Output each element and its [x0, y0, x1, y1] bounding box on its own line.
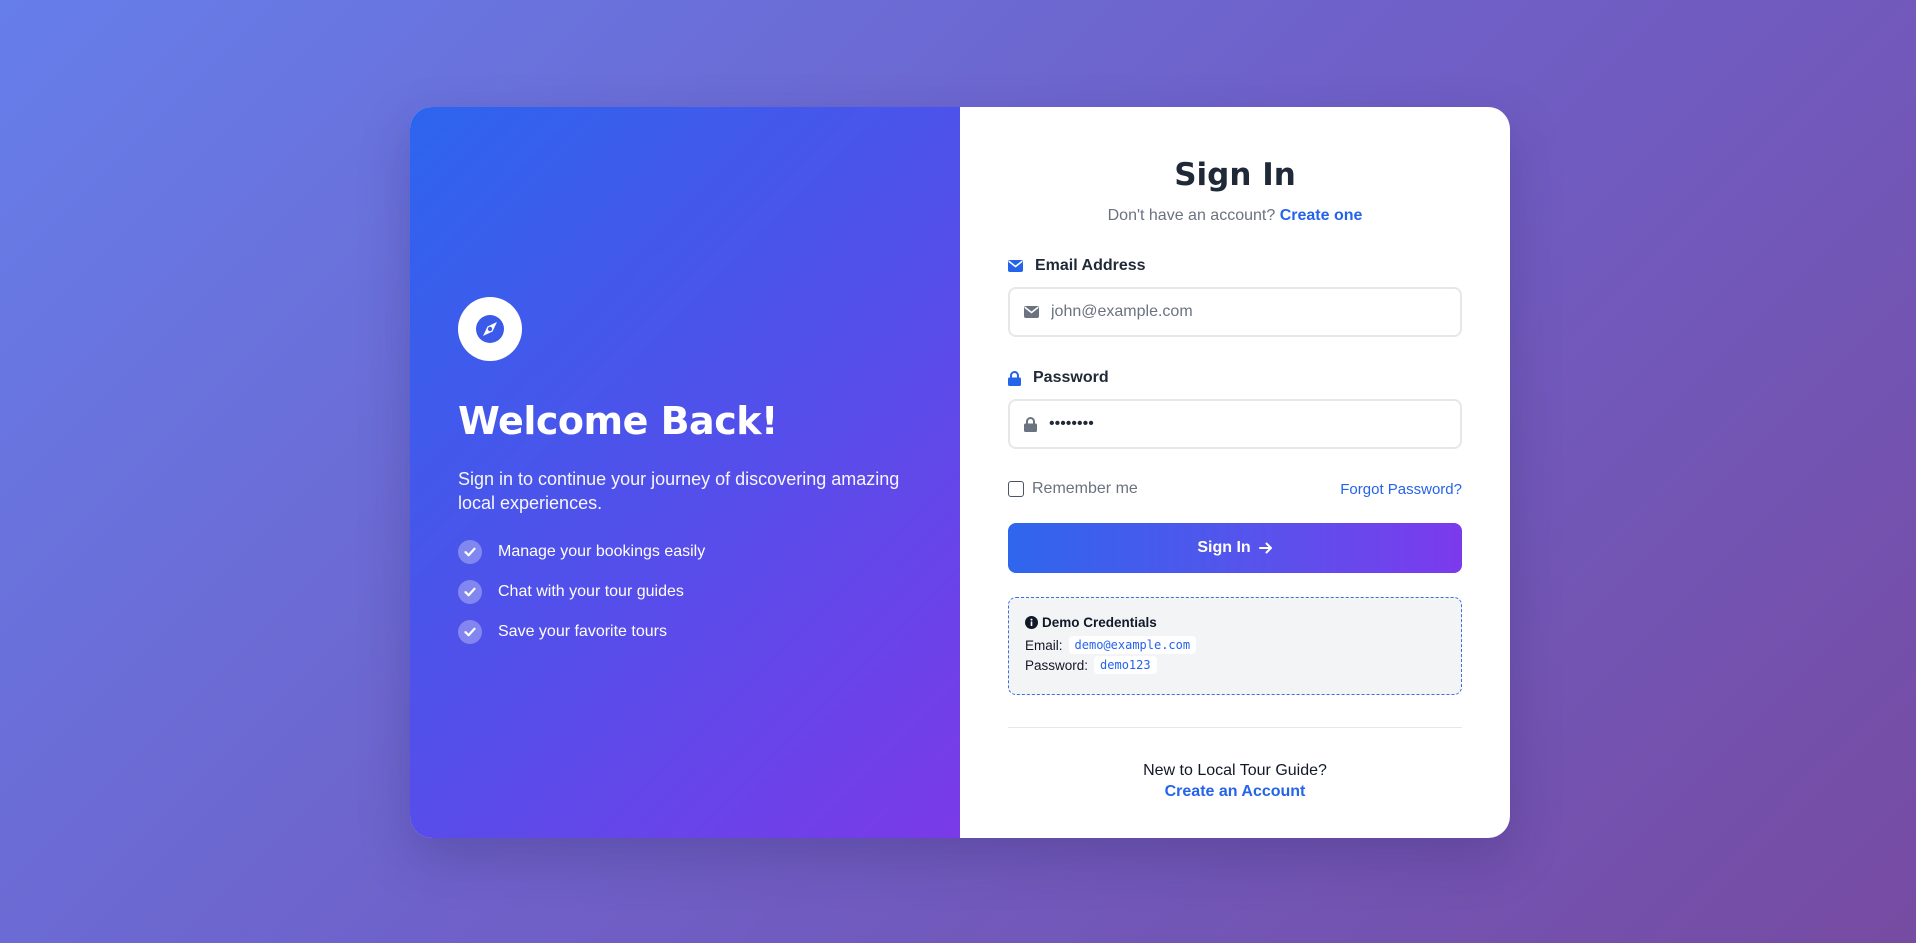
remember-checkbox[interactable]	[1008, 481, 1024, 497]
check-icon	[458, 619, 482, 644]
arrow-right-icon	[1258, 542, 1273, 554]
demo-title: Demo Credentials	[1025, 615, 1445, 630]
compass-icon	[476, 315, 504, 343]
password-label-text: Password	[1033, 369, 1109, 386]
forgot-password-link[interactable]: Forgot Password?	[1340, 481, 1462, 498]
feature-item: Manage your bookings easily	[458, 539, 912, 564]
create-one-link[interactable]: Create one	[1280, 207, 1363, 224]
logo	[458, 297, 522, 361]
info-circle-icon	[1025, 616, 1038, 629]
welcome-tagline: Sign in to continue your journey of disc…	[458, 468, 900, 513]
signup-prompt: Don't have an account? Create one	[1008, 207, 1462, 225]
feature-label: Manage your bookings easily	[498, 542, 706, 560]
password-input[interactable]	[1049, 415, 1429, 433]
lock-icon	[1008, 370, 1021, 386]
demo-password-line: Password: demo123	[1025, 656, 1445, 674]
options-row: Remember me Forgot Password?	[1008, 479, 1462, 499]
signin-button-label: Sign In	[1197, 539, 1251, 556]
email-label: Email Address	[1008, 255, 1462, 277]
feature-item: Chat with your tour guides	[458, 579, 912, 604]
demo-title-text: Demo Credentials	[1042, 615, 1157, 630]
demo-password-value: demo123	[1094, 656, 1157, 674]
signup-footer: New to Local Tour Guide? Create an Accou…	[1008, 762, 1462, 801]
demo-credentials-box: Demo Credentials Email: demo@example.com…	[1008, 597, 1462, 695]
email-input[interactable]	[1051, 303, 1431, 321]
demo-email-value: demo@example.com	[1068, 636, 1197, 654]
feature-label: Chat with your tour guides	[498, 582, 684, 600]
envelope-icon	[1008, 260, 1023, 272]
email-label-text: Email Address	[1035, 257, 1146, 274]
feature-item: Save your favorite tours	[458, 619, 912, 644]
signup-footer-prompt: New to Local Tour Guide?	[1143, 762, 1327, 779]
login-card: Welcome Back! Sign in to continue your j…	[410, 107, 1510, 838]
signin-title: Sign In	[1174, 157, 1296, 193]
demo-email-line: Email: demo@example.com	[1025, 636, 1445, 654]
feature-list: Manage your bookings easily Chat with yo…	[458, 539, 912, 644]
divider	[1008, 727, 1462, 728]
feature-label: Save your favorite tours	[498, 622, 667, 640]
envelope-icon	[1024, 306, 1039, 318]
lock-icon	[1024, 416, 1037, 432]
signin-button[interactable]: Sign In	[1008, 523, 1462, 573]
demo-email-label: Email:	[1025, 637, 1063, 653]
remember-label: Remember me	[1032, 480, 1138, 497]
welcome-title: Welcome Back!	[458, 399, 778, 443]
email-field-wrapper	[1008, 287, 1462, 337]
remember-me[interactable]: Remember me	[1008, 480, 1138, 498]
password-field-wrapper	[1008, 399, 1462, 449]
signup-prompt-text: Don't have an account?	[1107, 207, 1276, 224]
welcome-panel: Welcome Back! Sign in to continue your j…	[410, 107, 960, 838]
create-account-link[interactable]: Create an Account	[1008, 783, 1462, 801]
check-icon	[458, 579, 482, 604]
demo-password-label: Password:	[1025, 657, 1089, 673]
password-label: Password	[1008, 367, 1462, 389]
signin-panel: Sign In Don't have an account? Create on…	[960, 107, 1510, 838]
check-icon	[458, 539, 482, 564]
